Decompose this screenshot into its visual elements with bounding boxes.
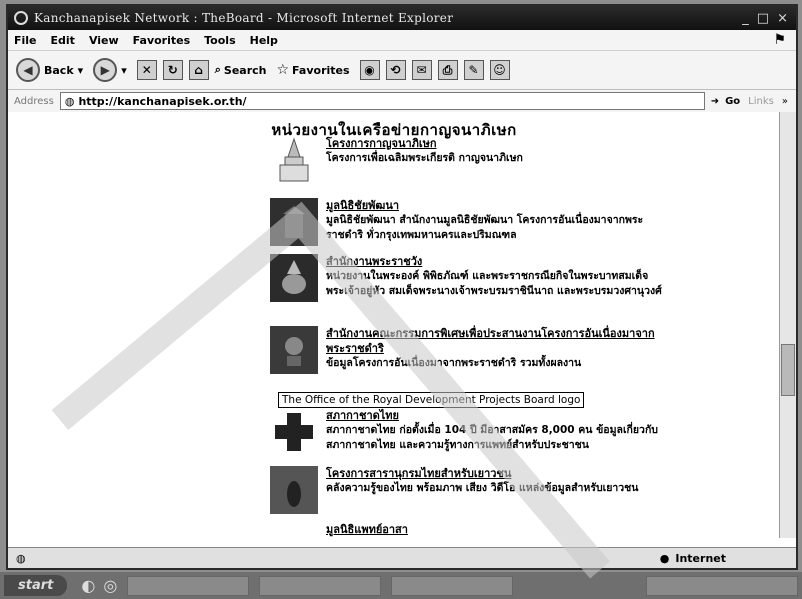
maximize-icon[interactable]: □	[757, 11, 769, 26]
media-icon[interactable]: ◉	[359, 60, 380, 80]
home-icon[interactable]: ⌂	[188, 60, 209, 80]
page-content: หน่วยงานในเครือข่ายกาญจนาภิเษก โครงการกา…	[8, 112, 780, 538]
item-desc: คลังความรู้ของไทย พร้อมภาพ เสียง วิดีโอ …	[326, 482, 639, 494]
address-label: Address	[14, 95, 54, 107]
quicklaunch-icon[interactable]: ◎	[103, 576, 117, 595]
mail-icon[interactable]: ✉	[411, 60, 432, 80]
search-label: Search	[223, 63, 267, 77]
print-icon[interactable]: ⎙	[437, 60, 458, 80]
item-link[interactable]: มูลนิธิแพทย์อาสา	[326, 522, 408, 537]
security-zone: ● Internet	[660, 552, 726, 565]
menu-favorites[interactable]: Favorites	[133, 34, 190, 47]
building-icon[interactable]	[270, 198, 318, 246]
item-desc: มูลนิธิชัยพัฒนา สำนักงานมูลนิธิชัยพัฒนา …	[326, 214, 644, 241]
crest-icon[interactable]	[270, 254, 318, 302]
address-input[interactable]: ◍ http://kanchanapisek.or.th/	[59, 92, 705, 110]
taskbar-button[interactable]	[259, 575, 382, 596]
item-link[interactable]: สำนักงานพระราชวัง	[326, 254, 670, 269]
favorites-button[interactable]: ☆ Favorites	[276, 62, 349, 78]
refresh-icon[interactable]: ↻	[162, 60, 183, 80]
system-tray	[646, 575, 798, 596]
page-status-icon: ◍	[16, 551, 26, 565]
item-link[interactable]: สำนักงานคณะกรรมการพิเศษเพื่อประสานงานโคร…	[326, 326, 670, 356]
book-icon[interactable]	[270, 466, 318, 514]
list-item: สำนักงานพระราชวัง หน่วยงานในพระองค์ พิพิ…	[270, 254, 670, 302]
item-desc: หน่วยงานในพระองค์ พิพิธภัณฑ์ และพระราชกร…	[326, 270, 662, 297]
start-button[interactable]: start	[4, 575, 68, 596]
item-link[interactable]: โครงการกาญจนาภิเษก	[326, 136, 523, 151]
taskbar-button[interactable]	[127, 575, 250, 596]
list-item: สำนักงานคณะกรรมการพิเศษเพื่อประสานงานโคร…	[270, 326, 670, 374]
menu-tools[interactable]: Tools	[204, 34, 235, 47]
pagoda-icon[interactable]	[270, 136, 318, 184]
search-icon: ⌕	[214, 63, 221, 76]
emblem-icon[interactable]	[270, 326, 318, 374]
item-desc: ข้อมูลโครงการอันเนื่องมาจากพระราชดำริ รว…	[326, 357, 582, 369]
title-bar: Kanchanapisek Network : TheBoard - Micro…	[8, 6, 796, 30]
menu-view[interactable]: View	[89, 34, 119, 47]
item-link[interactable]: มูลนิธิชัยพัฒนา	[326, 198, 670, 213]
menu-help[interactable]: Help	[250, 34, 278, 47]
menu-edit[interactable]: Edit	[51, 34, 75, 47]
vertical-scrollbar[interactable]	[779, 112, 796, 538]
status-bar: ◍ ● Internet	[8, 547, 796, 568]
list-item: โครงการสารานุกรมไทยสำหรับเยาวชน คลังความ…	[270, 466, 670, 514]
dropdown-icon[interactable]: ▾	[78, 64, 84, 77]
chevron-icon[interactable]: »	[782, 96, 788, 107]
go-button[interactable]: Go	[725, 96, 740, 107]
edit-icon[interactable]: ✎	[463, 60, 484, 80]
item-link[interactable]: โครงการสารานุกรมไทยสำหรับเยาวชน	[326, 466, 638, 481]
list-item: มูลนิธิชัยพัฒนา มูลนิธิชัยพัฒนา สำนักงาน…	[270, 198, 670, 246]
messenger-icon[interactable]: ☺	[489, 60, 510, 80]
menu-bar: File Edit View Favorites Tools Help ⚑	[8, 30, 796, 51]
favorites-label: Favorites	[292, 63, 350, 77]
item-desc: โครงการเพื่อเฉลิมพระเกียรติ กาญจนาภิเษก	[326, 152, 523, 164]
stop-icon[interactable]: ✕	[136, 60, 157, 80]
history-icon[interactable]: ⟲	[385, 60, 406, 80]
minimize-icon[interactable]: _	[742, 11, 749, 26]
address-url: http://kanchanapisek.or.th/	[78, 94, 247, 108]
list-item: มูลนิธิแพทย์อาสา	[270, 522, 670, 538]
browser-window: Kanchanapisek Network : TheBoard - Micro…	[6, 4, 798, 570]
seal-icon[interactable]	[270, 522, 318, 538]
address-bar: Address ◍ http://kanchanapisek.or.th/ ➜ …	[8, 90, 796, 113]
close-icon[interactable]: ×	[777, 11, 788, 26]
star-icon: ☆	[276, 62, 290, 78]
go-arrow-icon[interactable]: ➜	[711, 96, 719, 107]
list-item: โครงการกาญจนาภิเษก โครงการเพื่อเฉลิมพระเ…	[270, 136, 670, 184]
item-desc: สภากาชาดไทย ก่อตั้งเมื่อ 104 ปี มีอาสาสม…	[326, 424, 658, 451]
taskbar-button[interactable]	[391, 575, 514, 596]
dropdown-icon[interactable]: ▾	[121, 64, 127, 77]
quicklaunch-icon[interactable]: ◐	[81, 576, 95, 595]
logo-tooltip: The Office of the Royal Development Proj…	[278, 392, 585, 408]
item-link[interactable]: สภากาชาดไทย	[326, 408, 670, 423]
back-button[interactable]: ◀ Back ▾	[16, 58, 83, 82]
search-button[interactable]: ⌕ Search	[215, 63, 267, 77]
zone-label: Internet	[675, 551, 726, 565]
forward-arrow-icon: ▶	[93, 58, 118, 82]
taskbar: start ◐ ◎	[0, 572, 802, 599]
window-title: Kanchanapisek Network : TheBoard - Micro…	[34, 11, 454, 25]
scrollbar-thumb[interactable]	[781, 344, 795, 396]
back-label: Back	[44, 63, 74, 77]
back-arrow-icon: ◀	[16, 58, 40, 82]
globe-icon: ●	[659, 551, 670, 565]
menu-file[interactable]: File	[14, 34, 37, 47]
list-item: สภากาชาดไทย สภากาชาดไทย ก่อตั้งเมื่อ 104…	[270, 408, 670, 456]
toolbar: ◀ Back ▾ ▶ ▾ ✕ ↻ ⌂ ⌕ Search ☆ Favorites …	[8, 51, 796, 90]
red-cross-icon[interactable]	[270, 408, 318, 456]
links-label[interactable]: Links	[748, 96, 774, 107]
page-icon: ◍	[64, 94, 75, 108]
ie-logo-icon	[14, 11, 28, 25]
windows-flag-icon: ⚑	[773, 32, 786, 48]
forward-button[interactable]: ▶ ▾	[93, 58, 127, 82]
